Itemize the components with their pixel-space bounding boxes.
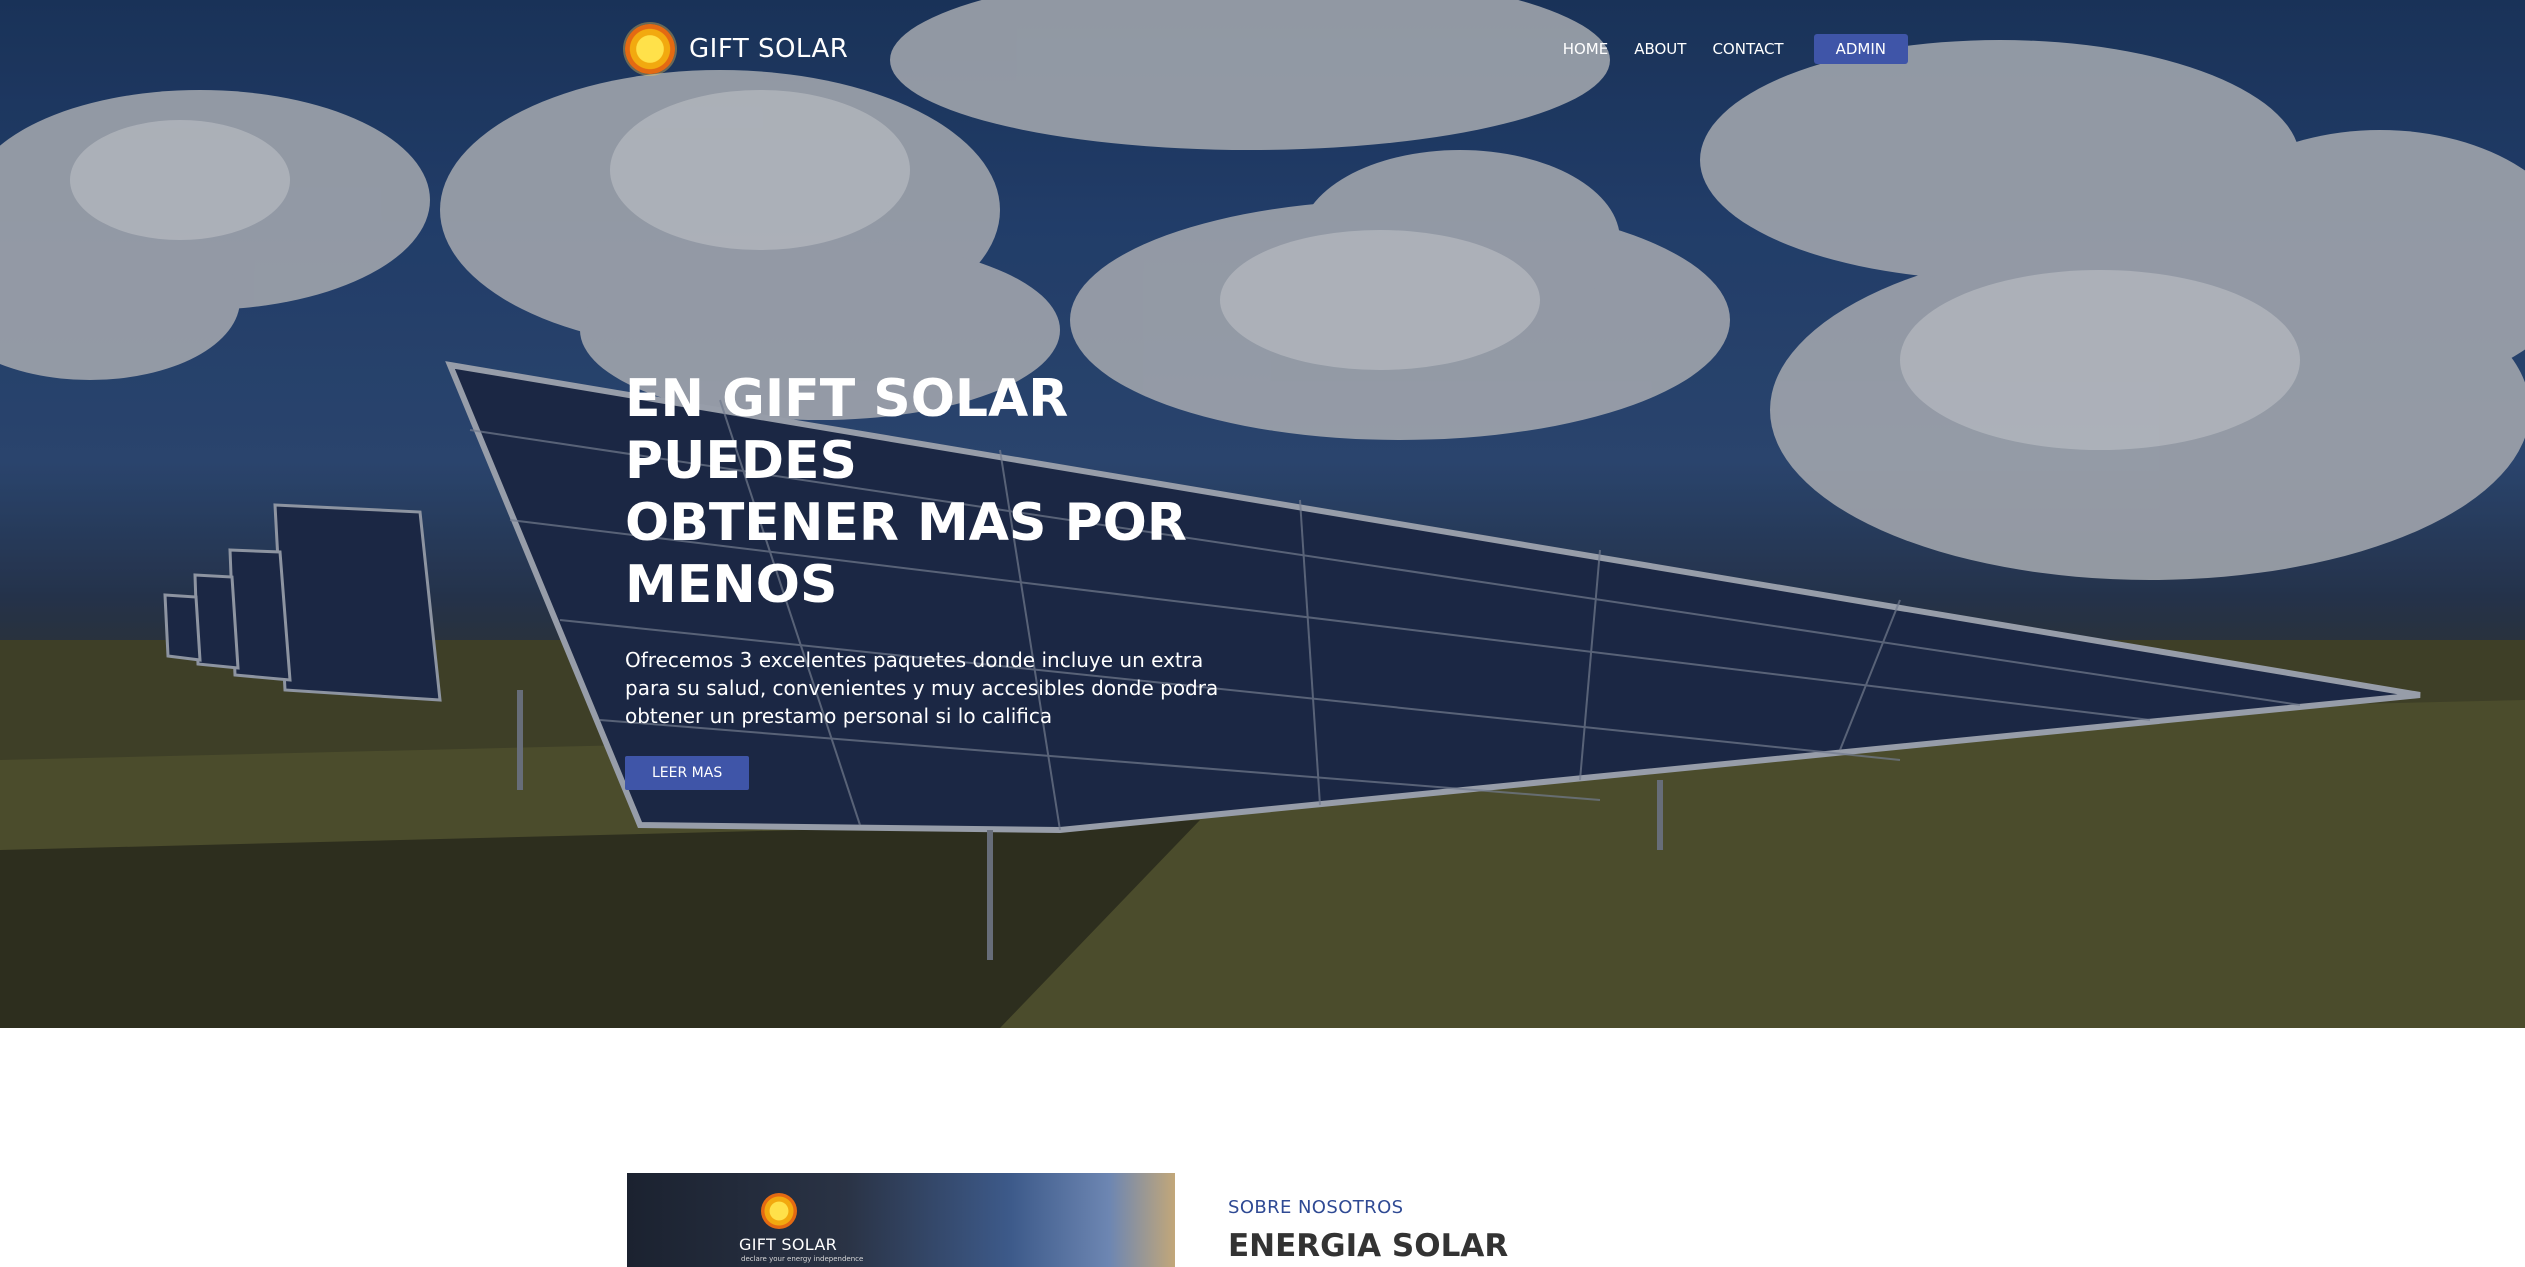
nav-item-about[interactable]: ABOUT bbox=[1634, 40, 1686, 58]
about-image-tagline: declare your energy independence bbox=[741, 1255, 864, 1263]
brand[interactable]: GIFT SOLAR bbox=[625, 20, 848, 78]
hero-subtitle: Ofrecemos 3 excelentes paquetes donde in… bbox=[625, 648, 1219, 728]
top-navigation: GIFT SOLAR HOME ABOUT CONTACT ADMIN bbox=[625, 20, 1908, 78]
about-heading: ENERGIA SOLAR bbox=[1228, 1228, 1509, 1264]
admin-button[interactable]: ADMIN bbox=[1813, 34, 1908, 64]
hero-title-line-1: EN GIFT SOLAR PUEDES bbox=[625, 369, 1069, 491]
about-image-brand: GIFT SOLAR bbox=[739, 1235, 837, 1254]
read-more-button[interactable]: LEER MAS bbox=[625, 756, 750, 790]
about-kicker: SOBRE NOSOTROS bbox=[1228, 1197, 1404, 1218]
sun-logo-icon bbox=[625, 24, 675, 74]
hero-title: EN GIFT SOLAR PUEDES OBTENER MAS POR MEN… bbox=[625, 368, 1305, 616]
hero-content: EN GIFT SOLAR PUEDES OBTENER MAS POR MEN… bbox=[625, 368, 1305, 790]
about-image: GIFT SOLAR declare your energy independe… bbox=[627, 1173, 1175, 1267]
hero-title-line-2: OBTENER MAS POR MENOS bbox=[625, 493, 1187, 615]
sun-logo-icon bbox=[761, 1193, 797, 1229]
hero-section: GIFT SOLAR HOME ABOUT CONTACT ADMIN EN G… bbox=[0, 0, 2525, 1028]
nav-item-home[interactable]: HOME bbox=[1563, 40, 1609, 58]
nav-menu: HOME ABOUT CONTACT ADMIN bbox=[1537, 34, 1908, 64]
nav-item-contact[interactable]: CONTACT bbox=[1712, 40, 1783, 58]
brand-name: GIFT SOLAR bbox=[689, 34, 849, 64]
